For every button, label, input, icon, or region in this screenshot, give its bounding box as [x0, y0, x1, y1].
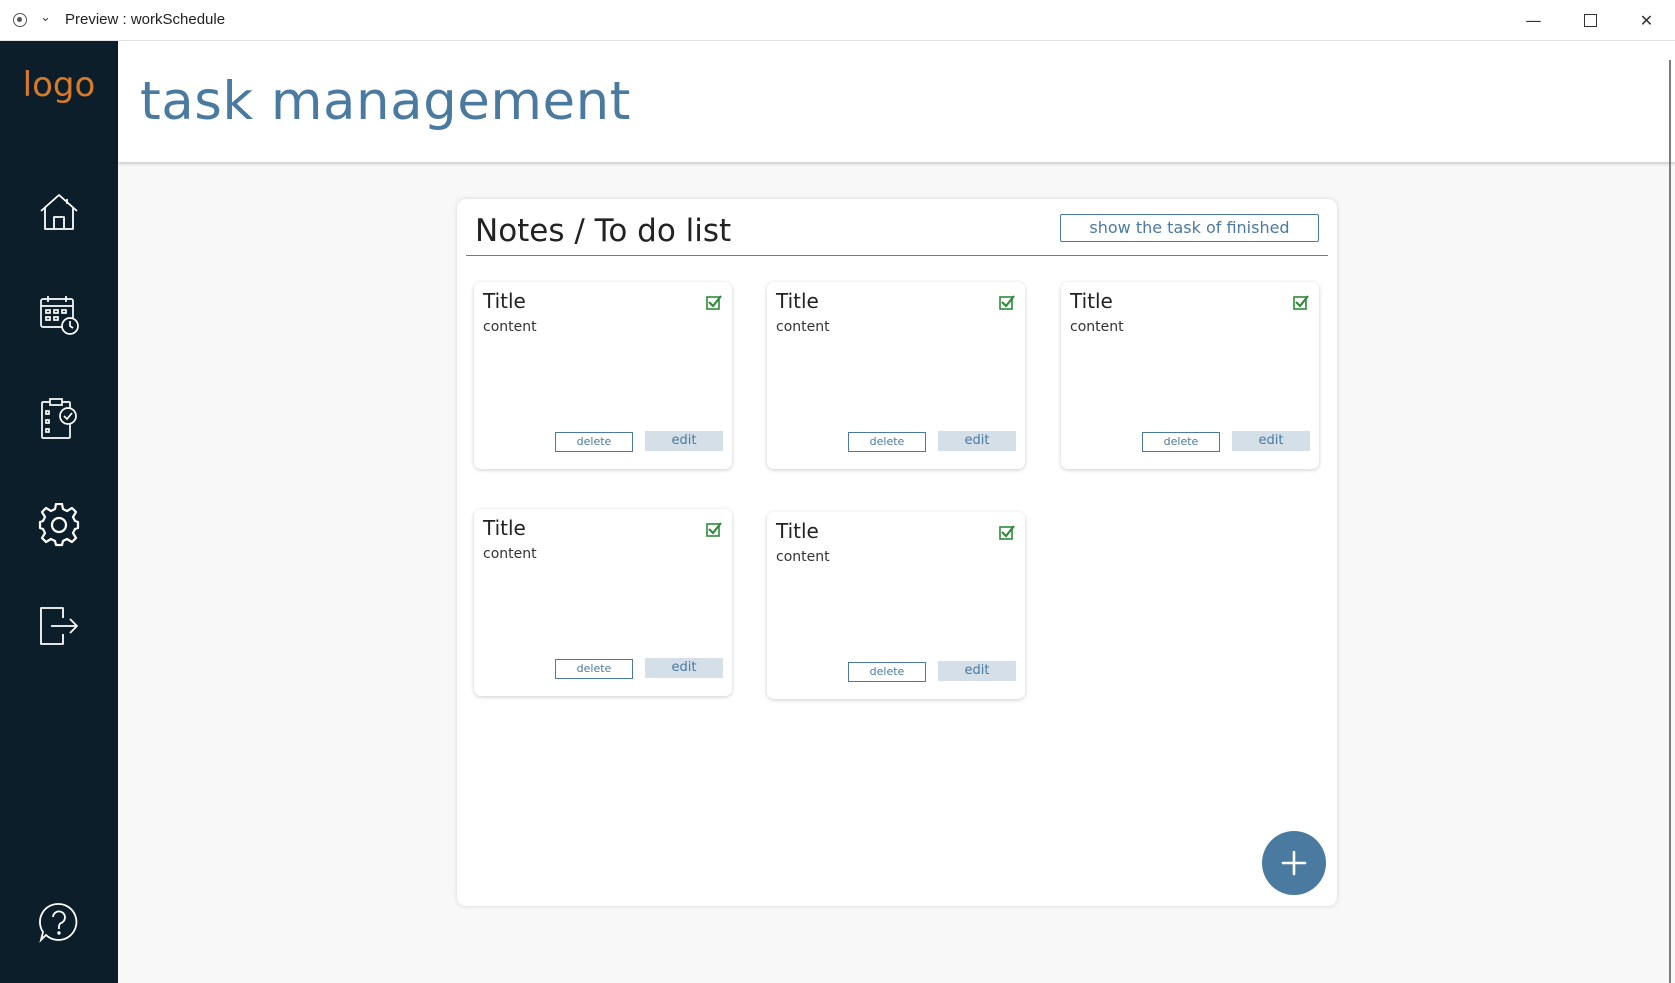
card-content: content [483, 319, 537, 335]
add-task-button[interactable] [1262, 831, 1326, 895]
show-finished-tasks-button[interactable]: show the task of finished [1060, 214, 1319, 242]
divider [466, 255, 1328, 256]
checkbox-checked-icon[interactable] [999, 294, 1015, 310]
maximize-button[interactable] [1562, 0, 1619, 41]
close-icon: ✕ [1639, 11, 1654, 30]
checkbox-checked-icon[interactable] [706, 521, 722, 537]
card-title: Title [776, 289, 819, 313]
page-header: task management [118, 41, 1675, 162]
close-button[interactable]: ✕ [1618, 0, 1675, 41]
task-card: Title content delete edit [474, 282, 732, 469]
calendar-clock-icon[interactable] [37, 293, 81, 337]
card-title: Title [483, 289, 526, 313]
checkbox-checked-icon[interactable] [999, 524, 1015, 540]
card-content: content [1070, 319, 1124, 335]
card-content: content [483, 546, 537, 562]
delete-button[interactable]: delete [1142, 432, 1220, 452]
page-title: task management [140, 71, 631, 132]
edit-button[interactable]: edit [645, 431, 723, 451]
maximize-icon [1584, 14, 1597, 27]
app-record-icon[interactable] [13, 13, 27, 27]
card-content: content [776, 319, 830, 335]
card-title: Title [776, 519, 819, 543]
logout-icon[interactable] [37, 604, 81, 648]
checkbox-checked-icon[interactable] [706, 294, 722, 310]
card-title: Title [1070, 289, 1113, 313]
settings-gear-icon[interactable] [37, 502, 81, 547]
edit-button[interactable]: edit [645, 658, 723, 678]
task-card: Title content delete edit [474, 509, 732, 696]
task-card: Title content delete edit [767, 512, 1025, 699]
sidebar: logo [0, 41, 118, 983]
delete-button[interactable]: delete [848, 432, 926, 452]
delete-button[interactable]: delete [555, 659, 633, 679]
notes-panel: Notes / To do list show the task of fini… [457, 199, 1337, 906]
checkbox-checked-icon[interactable] [1293, 294, 1309, 310]
edit-button[interactable]: edit [938, 661, 1016, 681]
task-checklist-icon[interactable] [37, 397, 81, 441]
edit-button[interactable]: edit [1232, 431, 1310, 451]
delete-button[interactable]: delete [848, 662, 926, 682]
delete-button[interactable]: delete [555, 432, 633, 452]
edit-button[interactable]: edit [938, 431, 1016, 451]
help-icon[interactable] [37, 900, 81, 944]
task-card: Title content delete edit [767, 282, 1025, 469]
home-icon[interactable] [37, 190, 81, 234]
vertical-scrollbar[interactable] [1669, 60, 1671, 983]
window-title: Preview : workSchedule [65, 11, 226, 28]
window-titlebar: ⌄ Preview : workSchedule — ✕ [0, 0, 1675, 41]
card-content: content [776, 549, 830, 565]
minimize-icon: — [1525, 11, 1542, 30]
task-card: Title content delete edit [1061, 282, 1319, 469]
minimize-button[interactable]: — [1505, 0, 1562, 41]
logo: logo [22, 65, 96, 105]
card-title: Title [483, 516, 526, 540]
chevron-down-icon[interactable]: ⌄ [40, 10, 51, 25]
plus-icon [1281, 850, 1307, 876]
panel-title: Notes / To do list [475, 213, 732, 249]
